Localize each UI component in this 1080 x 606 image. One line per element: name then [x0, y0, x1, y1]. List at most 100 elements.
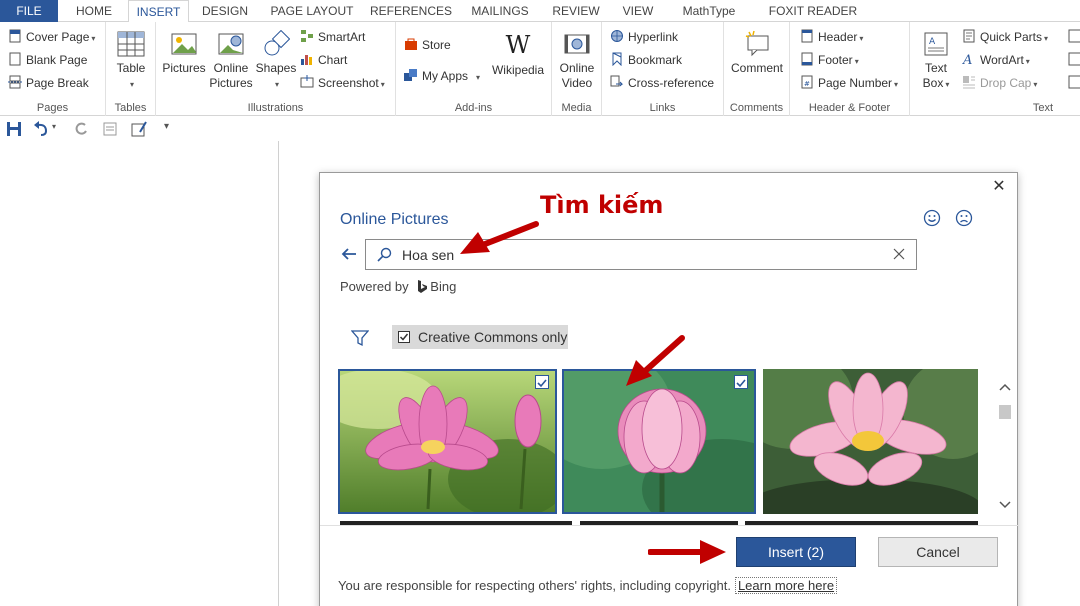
smile-icon[interactable]: [923, 209, 941, 227]
tab-mathtype[interactable]: MathType: [672, 0, 746, 22]
customize-toolbar-icon[interactable]: ▾: [164, 121, 169, 132]
comment-label: Comment: [730, 61, 783, 75]
tab-foxit-reader-pdf[interactable]: FOXIT READER PDF: [756, 0, 870, 40]
insert-button[interactable]: Insert (2): [736, 537, 856, 567]
tab-mailings[interactable]: MAILINGS: [464, 0, 536, 22]
text-box-icon: A: [924, 32, 948, 56]
tab-insert[interactable]: INSERT: [128, 0, 189, 23]
tab-home[interactable]: HOME: [66, 0, 122, 22]
annotation-arrow-image: [626, 335, 685, 386]
drop-cap-button[interactable]: Drop Cap ▾: [962, 73, 1037, 93]
creative-commons-checkbox[interactable]: Creative Commons only: [392, 325, 568, 349]
online-video-button[interactable]: Online Video: [555, 30, 599, 91]
powered-by-bing: Powered by Bing: [340, 279, 456, 294]
table-button[interactable]: Table ▾: [111, 30, 151, 92]
shapes-button[interactable]: Shapes ▾: [254, 30, 298, 92]
tab-view[interactable]: VIEW: [614, 0, 662, 22]
image-result[interactable]: [763, 369, 978, 514]
page-break-label: Page Break: [26, 76, 89, 90]
bookmark-button[interactable]: Bookmark: [610, 50, 682, 70]
page-number-label: Page Number: [818, 76, 893, 90]
group-label-pages: Pages: [36, 102, 69, 114]
screenshot-button[interactable]: Screenshot ▾: [300, 73, 385, 93]
store-label: Store: [422, 38, 451, 52]
pictures-button[interactable]: Pictures: [162, 30, 206, 76]
date-time-button[interactable]: [1068, 50, 1080, 70]
quick-access-toolbar: ▾ ▾: [0, 117, 1080, 141]
wordart-icon: A: [962, 53, 972, 66]
store-button[interactable]: Store: [404, 35, 451, 55]
group-label-text: Text: [1032, 102, 1054, 114]
scroll-thumb[interactable]: [999, 405, 1011, 419]
results-scrollbar[interactable]: [996, 369, 1014, 517]
quick-parts-button[interactable]: Quick Parts ▾: [962, 27, 1048, 47]
tab-review[interactable]: REVIEW: [546, 0, 606, 22]
page-edge: [278, 141, 279, 606]
undo-dropdown-icon[interactable]: ▾: [52, 122, 56, 131]
frown-icon[interactable]: [955, 209, 973, 227]
signature-line-icon: [1068, 29, 1080, 43]
online-video-label-1: Online: [559, 61, 595, 75]
cancel-button[interactable]: Cancel: [878, 537, 998, 567]
tab-file[interactable]: FILE: [0, 0, 58, 22]
cover-page-button[interactable]: Cover Page ▾: [8, 27, 95, 47]
wordart-button[interactable]: A WordArt ▾: [962, 50, 1030, 70]
cross-reference-label: Cross-reference: [628, 76, 715, 90]
learn-more-link[interactable]: Learn more here: [734, 577, 838, 594]
object-button[interactable]: [1068, 73, 1080, 93]
close-icon[interactable]: ✕: [991, 179, 1007, 195]
hyperlink-button[interactable]: Hyperlink: [610, 27, 678, 47]
tab-page-layout[interactable]: PAGE LAYOUT: [264, 0, 360, 22]
powered-by-label: Powered by: [340, 279, 409, 294]
image-result[interactable]: [562, 369, 756, 514]
my-apps-button[interactable]: My Apps ▾: [404, 66, 480, 86]
wikipedia-label: Wikipedia: [491, 63, 545, 77]
online-pictures-button[interactable]: Online Pictures: [208, 30, 254, 91]
wikipedia-button[interactable]: W Wikipedia: [488, 32, 548, 78]
page-break-icon: [8, 75, 22, 89]
page-break-button[interactable]: Page Break: [8, 73, 89, 93]
dialog-separator: [320, 525, 1019, 526]
group-tables: Table ▾ Tables: [106, 22, 156, 116]
text-box-button[interactable]: A Text Box ▾: [916, 30, 956, 92]
cross-reference-icon: [610, 75, 624, 87]
selected-checkbox-icon[interactable]: [535, 375, 549, 389]
group-label-add-ins: Add-ins: [454, 102, 493, 114]
blank-page-button[interactable]: Blank Page: [8, 50, 87, 70]
print-preview-icon[interactable]: [101, 120, 119, 138]
scroll-down-icon[interactable]: [998, 497, 1012, 511]
store-icon: [405, 38, 417, 50]
redo-icon[interactable]: [72, 120, 90, 138]
filter-icon[interactable]: [351, 329, 369, 347]
header-button[interactable]: Header ▾: [800, 27, 863, 47]
draw-table-icon[interactable]: [130, 120, 148, 138]
save-icon[interactable]: [5, 120, 23, 138]
hyperlink-icon: [611, 30, 623, 42]
text-box-label-2: Box: [922, 76, 944, 90]
smartart-button[interactable]: SmartArt: [300, 27, 365, 47]
comment-icon: [745, 30, 769, 57]
selected-checkbox-icon[interactable]: [734, 375, 748, 389]
page-number-icon: #: [801, 75, 813, 89]
group-header-footer: Header ▾ Footer ▾ # Page Number ▾ Header & F…: [790, 22, 910, 116]
page-number-button[interactable]: # Page Number ▾: [800, 73, 898, 93]
footer-button[interactable]: Footer ▾: [800, 50, 859, 70]
clear-search-icon[interactable]: [892, 247, 906, 261]
smartart-icon: [301, 30, 313, 42]
image-result[interactable]: [338, 369, 557, 514]
cross-reference-button[interactable]: Cross-reference: [610, 73, 714, 93]
chart-button[interactable]: Chart: [300, 50, 347, 70]
signature-line-button[interactable]: [1068, 27, 1080, 47]
tab-design[interactable]: DESIGN: [196, 0, 254, 22]
comment-button[interactable]: Comment: [728, 30, 786, 76]
back-arrow-icon[interactable]: [340, 245, 358, 263]
scroll-up-icon[interactable]: [998, 381, 1012, 395]
blank-page-icon: [9, 52, 21, 66]
group-media: Online Video Media: [552, 22, 602, 116]
word-window: FILE HOME INSERT DESIGN PAGE LAYOUT REFE…: [0, 0, 1080, 606]
chart-label: Chart: [318, 53, 348, 67]
bookmark-label: Bookmark: [628, 53, 683, 67]
tab-references[interactable]: REFERENCES: [368, 0, 454, 22]
undo-icon[interactable]: [32, 120, 50, 138]
image-results-grid: [338, 369, 998, 525]
